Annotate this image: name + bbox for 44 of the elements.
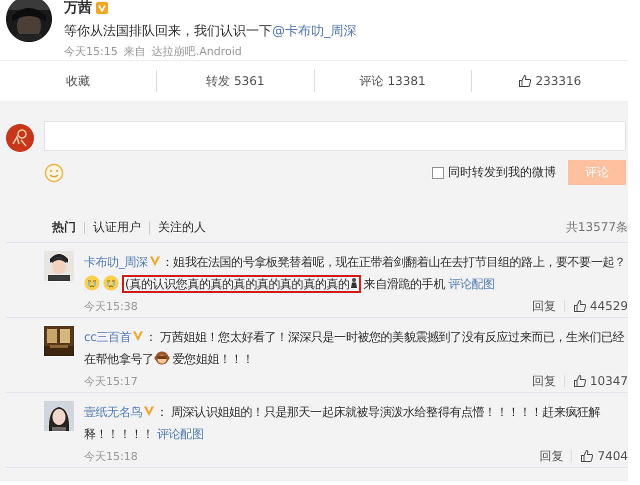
filter-tab[interactable]: 认证用户 — [85, 219, 149, 236]
comment-image-link[interactable]: 评论配图 — [157, 427, 204, 441]
repost-checkbox[interactable] — [432, 166, 444, 178]
highlight-box: (真的认识您真的真的真的真的真的真的真的 — [122, 275, 361, 293]
thumbs-up-icon — [518, 74, 532, 88]
comment-time: 今天15:38 — [84, 298, 138, 314]
action-button[interactable]: 转发 5361 — [157, 72, 314, 90]
crying-emoji-icon — [84, 275, 100, 291]
action-button[interactable]: 评论 13381 — [314, 72, 471, 90]
figure-icon — [350, 277, 358, 289]
filter-tab[interactable]: 关注的人 — [150, 219, 214, 236]
comment-text: 卡布叻_周深 ：姐我在法国的号拿板凳替着呢，现在正带着剑翻着山在去打节目组的路上，要不要一起？ (真的认识您真的真的真的真的真的真的真的 来自滑跪的手机 评论配图 — [84, 254, 627, 295]
post-text: 等你从法国排队回来，我们认识一下@卡布叻_周深 — [64, 23, 356, 40]
comment-input[interactable] — [44, 121, 626, 151]
reply-link[interactable]: 回复 — [532, 372, 556, 390]
comment-count: 共13577条 — [566, 219, 628, 236]
reply-link[interactable]: 回复 — [532, 298, 556, 314]
action-button[interactable]: 收藏 — [0, 72, 156, 90]
repost-label: 同时转发到我的微博 — [448, 164, 556, 181]
username-link[interactable]: 壹纸无名鸟 — [84, 405, 142, 419]
mention-link[interactable]: @卡布叻_周深 — [272, 24, 356, 39]
comment-text: 壹纸无名鸟 ： 周深认识姐姐的！只是那天一起床就被导演泼水给整得有点懵！！！！！赶来疯狂解释！！！！！ 评论配图 — [84, 404, 602, 443]
like-button[interactable]: 233316 — [472, 74, 628, 88]
crying-emoji-icon — [103, 275, 119, 291]
comment-image-link[interactable]: 评论配图 — [448, 277, 495, 291]
username-link[interactable]: cc三百首 — [84, 330, 132, 344]
thumbs-up-icon — [572, 374, 587, 388]
username-link[interactable]: 卡布叻_周深 — [84, 255, 148, 269]
author-name[interactable]: 万茜 — [64, 0, 92, 17]
comment-time: 今天15:17 — [84, 374, 138, 388]
user-avatar-icon — [6, 124, 34, 152]
comment-text: cc三百首 ： 万茜姐姐！您太好看了！深深只是一时被您的美貌震撼到了没有反应过来而已，生米们已经在帮他拿号了 爱您姐姐！！！ — [84, 329, 626, 368]
like-button[interactable]: 44529 — [572, 299, 628, 313]
smiley-icon[interactable] — [44, 162, 64, 182]
like-button[interactable]: 7404 — [580, 449, 628, 463]
monkey-emoji-icon — [154, 350, 170, 366]
like-button[interactable]: 10347 — [572, 374, 628, 388]
thumbs-up-icon — [580, 449, 594, 463]
reply-link[interactable]: 回复 — [539, 448, 564, 464]
thumbs-up-icon — [572, 299, 587, 313]
comment-time: 今天15:18 — [84, 448, 138, 464]
source-label: 来自 — [124, 44, 146, 59]
filter-tab[interactable]: 热门 — [52, 219, 84, 236]
post-time: 今天15:15 — [64, 44, 118, 59]
